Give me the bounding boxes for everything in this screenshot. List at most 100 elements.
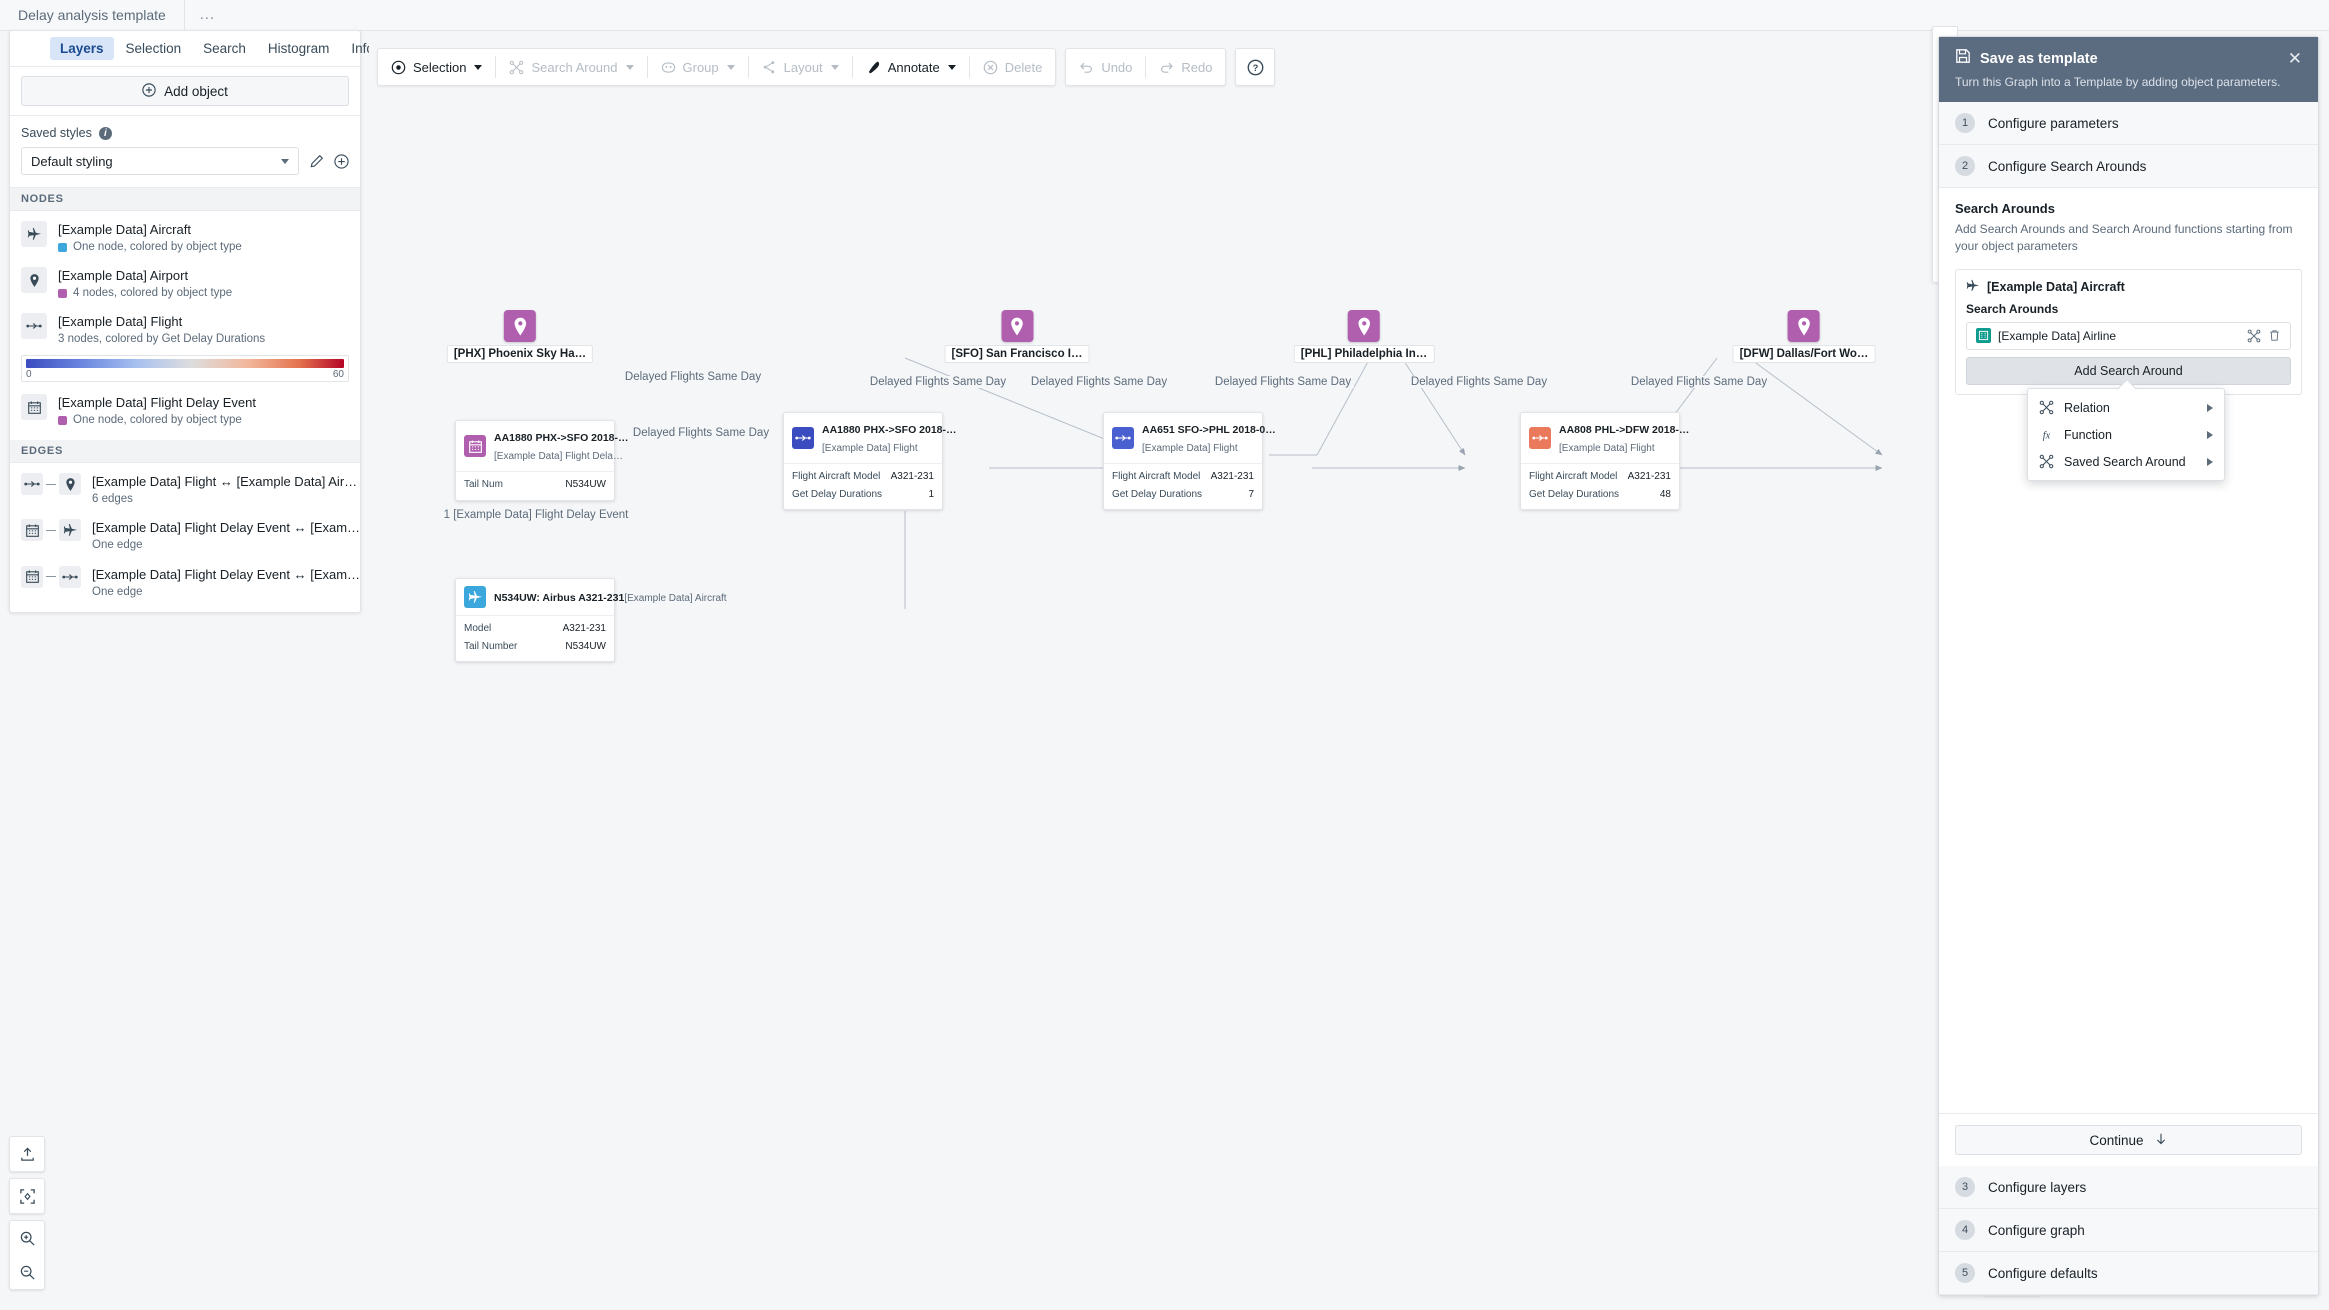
toolbar-search-around-button: Search Around — [496, 48, 646, 86]
search-around-icon[interactable] — [2247, 329, 2261, 343]
zoom-out-icon[interactable] — [10, 1255, 44, 1289]
graph-node-card[interactable]: AA1880 PHX->SFO 2018-… [Example Data] Fli… — [783, 412, 957, 510]
search-around-icon — [509, 60, 524, 75]
toolbar-selection-button[interactable]: Selection — [378, 48, 495, 86]
search-around-icon — [2039, 454, 2054, 469]
edit-style-button[interactable] — [309, 154, 324, 169]
card-title-block: AA1880 PHX->SFO 2018-… [Example Data] Fli… — [822, 420, 957, 456]
card-subtitle: [Example Data] Flight — [822, 443, 918, 454]
panel-step-row[interactable]: 2 Configure Search Arounds — [1939, 145, 2318, 188]
upload-icon[interactable] — [10, 1137, 44, 1171]
chevron-right-icon — [2207, 403, 2213, 412]
saved-styles-select[interactable]: Default styling — [21, 147, 299, 175]
toolbar-annotate-button[interactable]: Annotate — [853, 48, 969, 86]
airport-node[interactable]: [SFO] San Francisco I… — [944, 310, 1090, 363]
node-layer-subtitle-text: 4 nodes, colored by object type — [73, 287, 233, 300]
graph-node-card[interactable]: N534UW: Airbus A321-231[Example Data] Ai… — [455, 578, 727, 662]
export-tool-group — [9, 1136, 45, 1172]
flight-route-icon — [1529, 427, 1551, 449]
close-icon[interactable]: ✕ — [2288, 50, 2302, 67]
zoom-in-icon[interactable] — [10, 1221, 44, 1255]
graph-node-card[interactable]: AA1880 PHX->SFO 2018-… [Example Data] Fli… — [455, 420, 629, 501]
continue-section: Continue — [1939, 1113, 2318, 1166]
edge-layer-row[interactable]: [Example Data] Flight Delay Event ↔ [Exa… — [10, 513, 360, 559]
chevron-down-icon — [281, 158, 289, 164]
search-arounds-description: Add Search Arounds and Search Around fun… — [1955, 222, 2293, 254]
airplane-icon — [464, 586, 486, 608]
chevron-right-icon — [2207, 457, 2213, 466]
card-property-row: Flight Aircraft Model A321-231 — [1112, 468, 1254, 486]
graph-node-card[interactable]: AA808 PHL->DFW 2018-… [Example Data] Flig… — [1520, 412, 1689, 510]
card-header: AA651 SFO->PHL 2018-0… [Example Data] Fli… — [1104, 413, 1276, 463]
panel-step-label: Configure layers — [1988, 1179, 2087, 1195]
panel-step-row[interactable]: 4 Configure graph — [1939, 1209, 2318, 1252]
edge-layer-row[interactable]: [Example Data] Flight ↔ [Example Data] A… — [10, 467, 360, 513]
document-title[interactable]: Delay analysis template — [0, 0, 185, 31]
chevron-down-icon — [830, 64, 839, 70]
card-property-key: Get Delay Durations — [792, 488, 883, 500]
add-object-button[interactable]: Add object — [21, 76, 349, 106]
toolbar-group: Undo Redo — [1065, 48, 1227, 86]
chevron-right-icon — [2207, 430, 2213, 439]
plus-circle-icon — [142, 82, 156, 100]
node-layer-subtitle: 4 nodes, colored by object type — [58, 285, 349, 301]
tab-selection[interactable]: Selection — [116, 37, 192, 60]
redo-icon — [1159, 60, 1174, 75]
card-property-value: 7 — [1248, 488, 1254, 500]
node-layer-row[interactable]: [Example Data] Flight Delay Event One nod… — [10, 388, 360, 434]
add-style-button[interactable] — [334, 153, 349, 169]
add-search-around-context-menu: Relation fx Function Saved Search Around — [2027, 388, 2225, 481]
node-layer-row[interactable]: [Example Data] Airport 4 nodes, colored b… — [10, 261, 360, 307]
panel-step-row[interactable]: 5 Configure defaults — [1939, 1252, 2318, 1295]
toolbar-item-label: Delete — [1004, 59, 1043, 75]
search-around-item[interactable]: [Example Data] Airline — [1966, 321, 2291, 350]
panel-header: Save as template ✕ Turn this Graph into … — [1939, 37, 2318, 102]
fit-to-screen-icon[interactable] — [10, 1179, 44, 1213]
map-pin-icon — [1788, 310, 1820, 342]
layers-panel-tabs: LayersSelectionSearchHistogramInfo« — [10, 31, 400, 67]
card-properties: Model A321-231 Tail Number N534UW — [456, 615, 614, 661]
node-layer-row[interactable]: [Example Data] Aircraft One node, colored… — [10, 215, 360, 261]
search-arounds-sub-heading: Search Arounds — [1966, 301, 2059, 316]
group-icon — [661, 60, 676, 75]
context-menu-item-label: Function — [2064, 427, 2112, 442]
node-layer-subtitle-text: 3 nodes, colored by Get Delay Durations — [58, 333, 266, 346]
tab-search[interactable]: Search — [193, 37, 256, 60]
svg-text:fx: fx — [2043, 430, 2051, 441]
toolbar-layout-button: Layout — [749, 48, 852, 86]
trash-icon[interactable] — [2268, 329, 2281, 342]
card-properties: Flight Aircraft Model A321-231 Get Delay D… — [1521, 463, 1679, 509]
context-menu-item-function[interactable]: fx Function — [2028, 421, 2224, 448]
card-property-key: Tail Number — [464, 640, 518, 652]
airport-node[interactable]: [PHL] Philadelphia In… — [1293, 310, 1435, 363]
context-menu-item-relation[interactable]: Relation — [2028, 394, 2224, 421]
node-layer-row[interactable]: [Example Data] Flight 3 nodes, colored by… — [10, 307, 360, 353]
node-layer-text: [Example Data] Flight Delay Event One nod… — [58, 394, 349, 428]
more-menu-button[interactable]: … — [185, 0, 230, 31]
card-property-row: Tail Num N534UW — [464, 476, 606, 494]
panel-step-row[interactable]: 3 Configure layers — [1939, 1166, 2318, 1209]
card-title-block: AA1880 PHX->SFO 2018-… [Example Data] Fli… — [494, 428, 629, 464]
context-menu-item-saved-search-around[interactable]: Saved Search Around — [2028, 448, 2224, 475]
airport-node[interactable]: [PHX] Phoenix Sky Ha… — [446, 310, 594, 363]
search-around-icon — [2039, 400, 2054, 415]
tab-layers[interactable]: Layers — [50, 37, 114, 60]
info-icon[interactable]: i — [98, 126, 112, 140]
toolbar-group: Selection Search Around Group Layout Annotat… — [377, 48, 1057, 86]
card-property-value: 1 — [928, 488, 934, 500]
edge-layer-title: [Example Data] Flight ↔ [Example Data] A… — [92, 474, 358, 490]
panel-step-row[interactable]: 1 Configure parameters — [1939, 102, 2318, 145]
panel-step-number: 4 — [1955, 1220, 1975, 1240]
search-arounds-heading: Search Arounds — [1955, 201, 2055, 216]
airport-node[interactable]: [DFW] Dallas/Fort Wo… — [1732, 310, 1876, 363]
tab-histogram[interactable]: Histogram — [258, 37, 340, 60]
toolbar-help-button[interactable]: ? — [1236, 48, 1274, 86]
continue-button[interactable]: Continue — [1955, 1125, 2302, 1155]
edge-icon-pair — [21, 473, 81, 496]
saved-styles-section: Saved styles i Default styling — [10, 116, 360, 188]
graph-node-card[interactable]: AA651 SFO->PHL 2018-0… [Example Data] Fli… — [1103, 412, 1276, 510]
edge-layer-row[interactable]: [Example Data] Flight Delay Event ↔ [Exa… — [10, 560, 360, 606]
panel-header-row: Save as template ✕ — [1955, 48, 2302, 69]
map-pin-icon — [21, 267, 47, 294]
graph-edge-label: Delayed Flights Same Day — [866, 376, 1010, 388]
